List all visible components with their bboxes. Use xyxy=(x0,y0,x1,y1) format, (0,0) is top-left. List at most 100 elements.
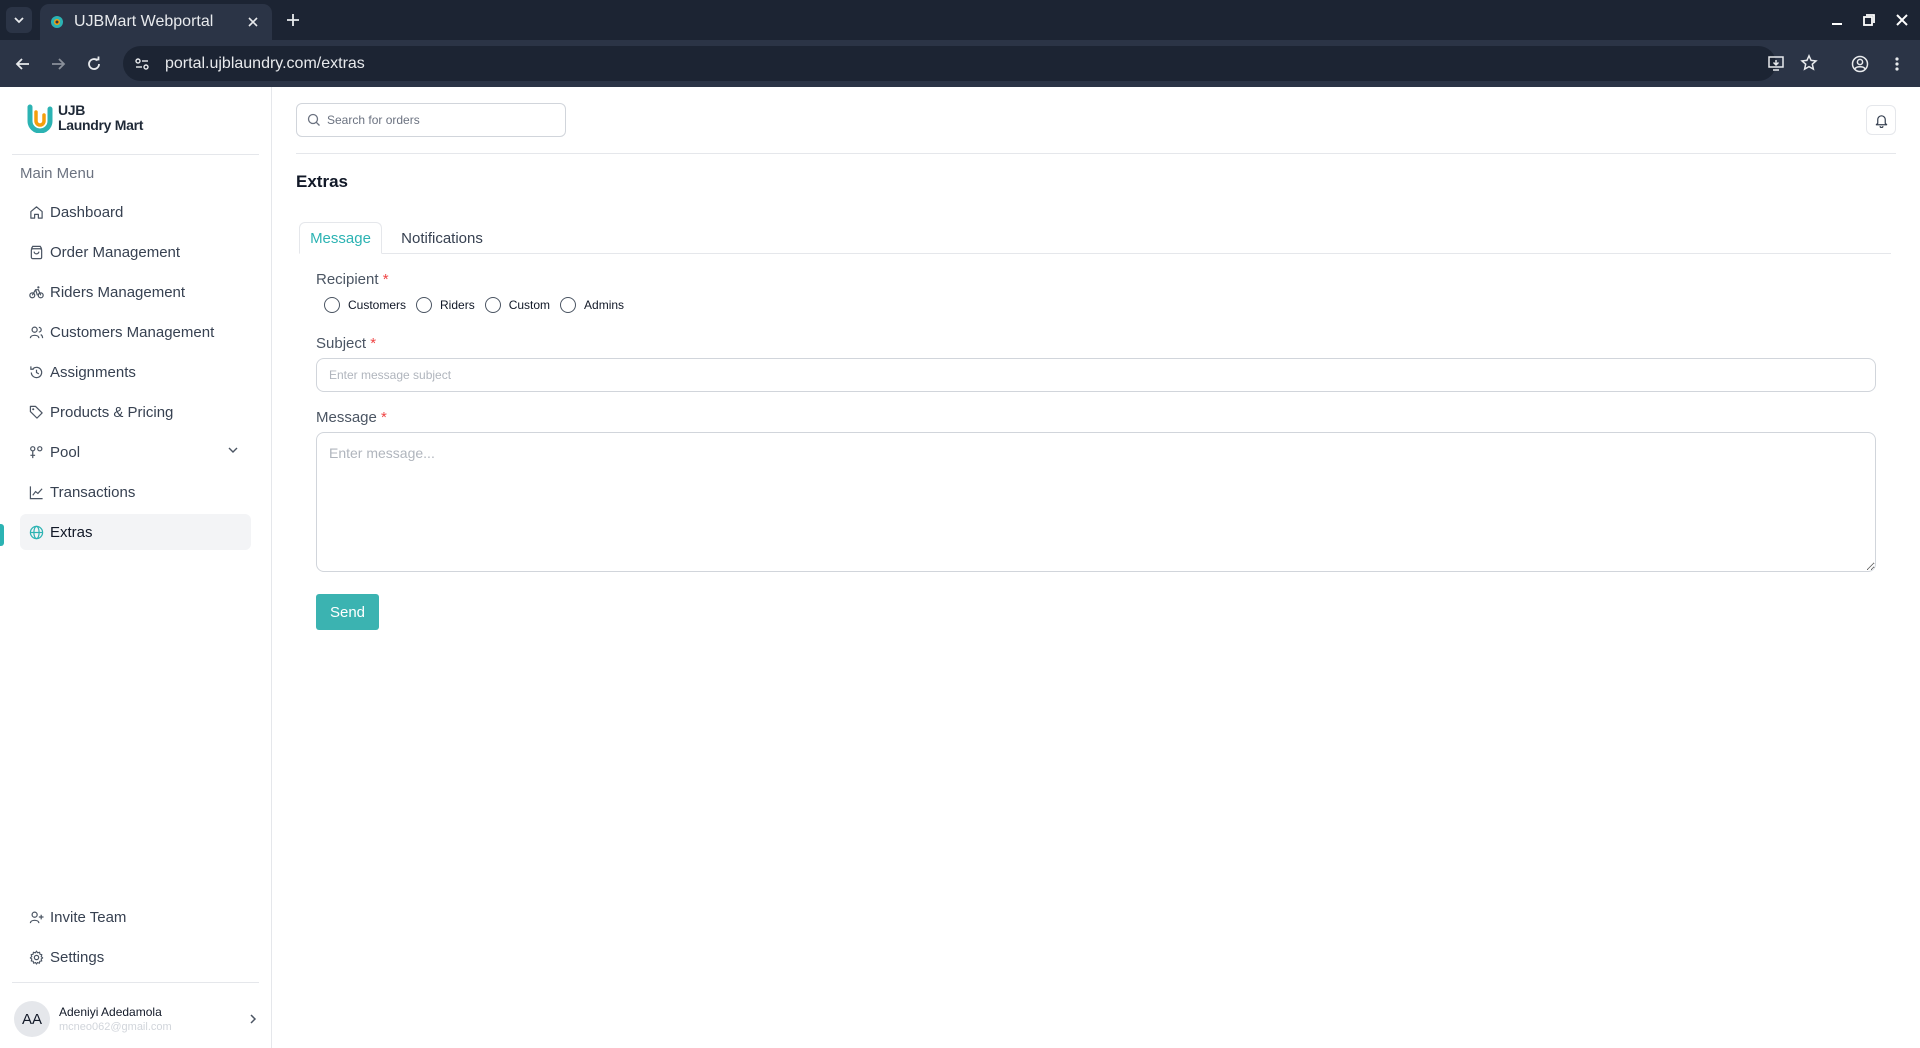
message-textarea[interactable] xyxy=(316,432,1876,572)
radio-label: Admins xyxy=(584,298,625,312)
notifications-button[interactable] xyxy=(1866,105,1896,135)
sidebar-item-label: Riders Management xyxy=(50,283,186,301)
history-icon xyxy=(28,364,44,380)
browser-menu-icon[interactable] xyxy=(1885,52,1909,76)
url-text: portal.ujblaundry.com/extras xyxy=(165,54,365,72)
users-icon xyxy=(28,324,44,340)
address-bar[interactable]: portal.ujblaundry.com/extras xyxy=(123,46,1818,81)
required-mark: * xyxy=(381,409,387,426)
browser-tab-bar: UJBMart Webportal xyxy=(0,0,1920,40)
brand-line2: Laundry Mart xyxy=(58,117,144,133)
radio-label: Customers xyxy=(348,298,407,312)
sidebar-divider xyxy=(12,154,259,155)
search-icon xyxy=(307,113,320,126)
forward-icon[interactable] xyxy=(46,52,70,76)
tab-notifications[interactable]: Notifications xyxy=(396,222,488,254)
bookmark-star-icon[interactable] xyxy=(1797,51,1821,75)
sidebar-item-label: Assignments xyxy=(50,363,136,381)
tab-search-button[interactable] xyxy=(6,7,32,33)
globe-icon xyxy=(28,524,44,540)
settings-button[interactable]: Settings xyxy=(28,942,104,972)
shopping-bag-icon xyxy=(28,244,44,260)
profile-icon[interactable] xyxy=(1848,52,1872,76)
page-title: Extras xyxy=(296,172,348,191)
tabs-divider xyxy=(299,253,1891,254)
install-app-icon[interactable] xyxy=(1764,51,1788,75)
minimize-icon[interactable] xyxy=(1827,10,1847,30)
sidebar-item-assignments[interactable]: Assignments xyxy=(20,354,251,390)
message-label: Message * xyxy=(316,409,387,426)
sidebar-item-transactions[interactable]: Transactions xyxy=(20,474,251,510)
restore-icon[interactable] xyxy=(1859,10,1879,30)
tab-message[interactable]: Message xyxy=(299,222,382,254)
subject-input[interactable] xyxy=(316,358,1876,392)
sidebar-item-order-management[interactable]: Order Management xyxy=(20,234,251,270)
sidebar-item-label: Pool xyxy=(50,443,81,461)
radio-circle[interactable] xyxy=(416,297,433,313)
radio-custom[interactable]: Custom xyxy=(484,297,551,313)
sidebar-item-customers-management[interactable]: Customers Management xyxy=(20,314,251,350)
sidebar-item-pool[interactable]: Pool xyxy=(20,434,251,470)
sidebar-item-extras[interactable]: Extras xyxy=(20,514,251,550)
favicon-icon xyxy=(51,16,63,28)
user-email: mcneo062@gmail.com xyxy=(59,1021,172,1033)
sidebar: UJB Laundry Mart Main Menu Dashboard Ord… xyxy=(0,87,272,1048)
logo-mark-icon xyxy=(27,104,53,133)
sidebar-item-label: Transactions xyxy=(50,483,136,501)
subject-label: Subject * xyxy=(316,335,376,352)
recipient-radio-group: Customers Riders Custom Admins xyxy=(324,297,634,313)
chevron-down-icon[interactable] xyxy=(227,444,239,456)
sidebar-item-label: Order Management xyxy=(50,243,181,261)
reload-icon[interactable] xyxy=(82,52,106,76)
main-menu-title: Main Menu xyxy=(20,165,95,182)
invite-team-label: Invite Team xyxy=(50,908,127,926)
sidebar-item-label: Extras xyxy=(50,523,93,541)
radio-circle[interactable] xyxy=(560,297,577,313)
sidebar-item-dashboard[interactable]: Dashboard xyxy=(20,194,251,230)
bike-icon xyxy=(28,284,44,300)
required-mark: * xyxy=(370,335,377,352)
required-mark: * xyxy=(382,271,389,288)
brand-line1: UJB xyxy=(58,102,86,118)
sidebar-item-products-pricing[interactable]: Products & Pricing xyxy=(20,394,251,430)
home-icon xyxy=(28,204,44,220)
radio-customers[interactable]: Customers xyxy=(324,297,406,313)
sidebar-item-label: Customers Management xyxy=(50,323,215,341)
close-tab-icon[interactable] xyxy=(244,13,262,31)
user-plus-icon xyxy=(28,909,44,925)
back-icon[interactable] xyxy=(11,52,35,76)
gear-icon xyxy=(28,949,44,965)
tags-icon xyxy=(28,404,44,420)
settings-label: Settings xyxy=(50,948,105,966)
radio-riders[interactable]: Riders xyxy=(416,297,475,313)
radio-admins[interactable]: Admins xyxy=(560,297,624,313)
message-label-text: Message xyxy=(316,409,377,426)
tab-title: UJBMart Webportal xyxy=(74,13,214,30)
pool-icon xyxy=(28,444,44,460)
radio-label: Riders xyxy=(440,298,475,312)
user-profile[interactable]: AA Adeniyi Adedamola mcneo062@gmail.com xyxy=(14,999,259,1039)
close-window-icon[interactable] xyxy=(1892,10,1912,30)
new-tab-icon[interactable] xyxy=(282,9,304,31)
avatar: AA xyxy=(14,1001,50,1037)
send-button[interactable]: Send xyxy=(316,594,379,630)
radio-circle[interactable] xyxy=(484,297,501,313)
active-indicator xyxy=(0,524,4,546)
search-input[interactable] xyxy=(327,113,547,127)
sidebar-item-label: Dashboard xyxy=(50,203,124,221)
browser-toolbar: portal.ujblaundry.com/extras xyxy=(0,40,1920,87)
site-settings-icon[interactable] xyxy=(129,51,155,77)
invite-team-button[interactable]: Invite Team xyxy=(28,902,126,932)
chevron-right-icon[interactable] xyxy=(247,1013,259,1025)
browser-tab[interactable]: UJBMart Webportal xyxy=(40,4,272,40)
radio-label: Custom xyxy=(508,298,551,312)
sidebar-item-label: Products & Pricing xyxy=(50,403,174,421)
search-box[interactable] xyxy=(296,103,566,137)
bell-icon xyxy=(1875,114,1887,128)
sidebar-item-riders-management[interactable]: Riders Management xyxy=(20,274,251,310)
brand-logo[interactable]: UJB Laundry Mart xyxy=(26,103,143,133)
sidebar-divider xyxy=(12,982,259,983)
recipient-label-text: Recipient xyxy=(316,271,379,288)
radio-circle[interactable] xyxy=(324,297,340,313)
subject-label-text: Subject xyxy=(316,335,367,352)
